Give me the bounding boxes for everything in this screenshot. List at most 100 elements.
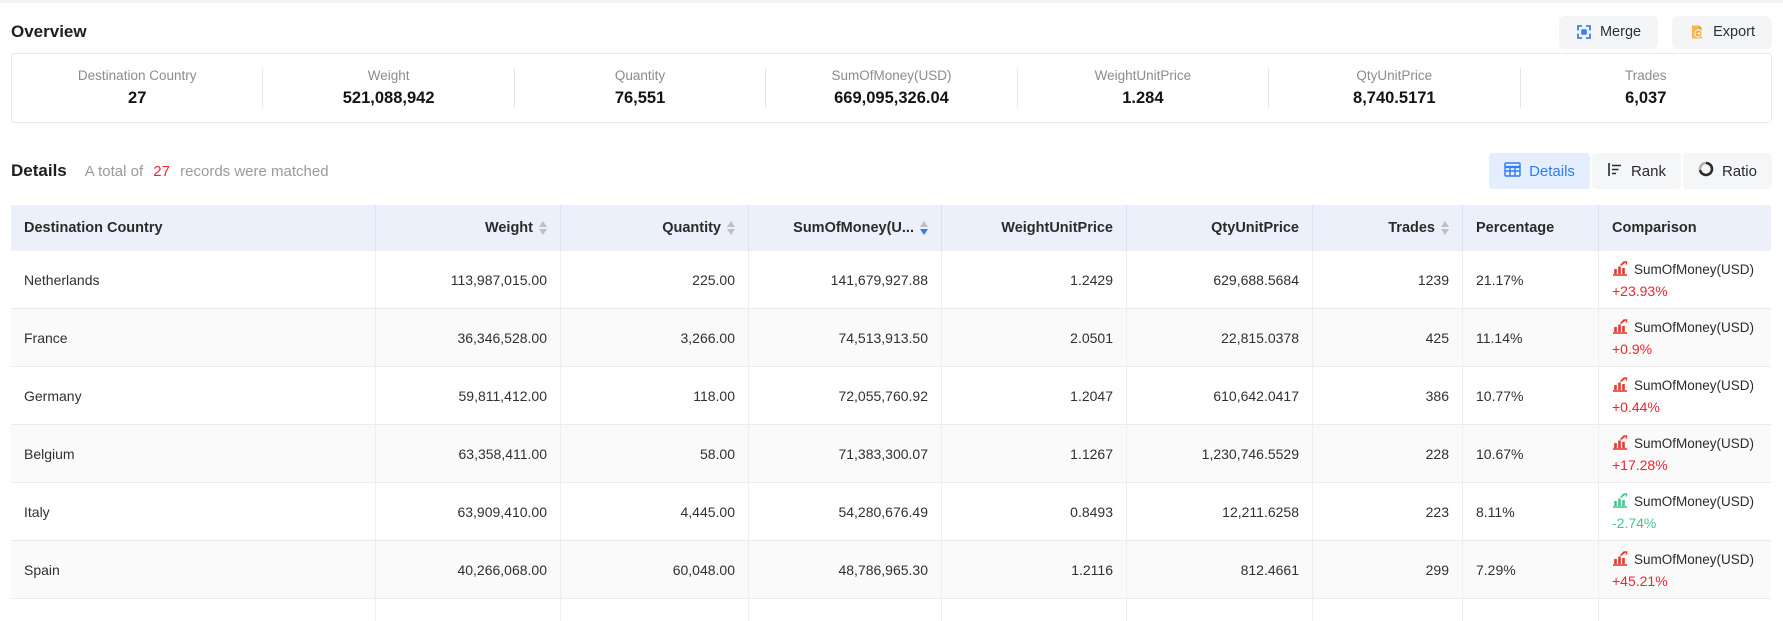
comparison-metric: SumOfMoney(USD)	[1612, 377, 1754, 395]
bar-chart-up-icon	[1612, 319, 1628, 337]
cell-qty_unit_price: 610,642.0417	[1127, 367, 1313, 424]
summary-suffix: records were matched	[180, 163, 328, 180]
table-row: Italy63,909,410.004,445.0054,280,676.490…	[11, 483, 1771, 541]
cell-sum_of_money: 71,383,300.07	[749, 425, 942, 482]
cell-qty_unit_price: 812.4661	[1127, 541, 1313, 598]
comparison-change-value: +17.28%	[1612, 457, 1754, 473]
table-grid-icon	[1504, 162, 1521, 181]
table-row: Netherlands113,987,015.00225.00141,679,9…	[11, 251, 1771, 309]
cell-country: Italy	[11, 483, 376, 540]
stat-value: 1.284	[1122, 89, 1163, 108]
view-button-ratio[interactable]: Ratio	[1683, 153, 1772, 189]
cell-percentage: 7.29%	[1463, 541, 1599, 598]
cell-comparison: SumOfMoney(USD)+0.9%	[1599, 309, 1771, 366]
cell-weight: 40,266,068.00	[376, 541, 561, 598]
table-row: France36,346,528.003,266.0074,513,913.50…	[11, 309, 1771, 367]
column-header-label: Percentage	[1476, 220, 1554, 236]
matched-count: 27	[153, 163, 170, 180]
column-header-label: Destination Country	[24, 220, 163, 236]
comparison-change-value: +23.93%	[1612, 283, 1754, 299]
column-header-quantity[interactable]: Quantity	[561, 205, 749, 251]
view-button-rank[interactable]: Rank	[1592, 153, 1681, 189]
cell-percentage: 21.17%	[1463, 251, 1599, 308]
column-header-trades[interactable]: Trades	[1313, 205, 1463, 251]
stat-value: 76,551	[615, 89, 665, 108]
rank-bars-icon	[1607, 162, 1623, 181]
cell-sum_of_money: 48,786,965.30	[749, 541, 942, 598]
cell-trades: 228	[1313, 425, 1463, 482]
cell-quantity: 60,048.00	[561, 541, 749, 598]
cell-country: Germany	[11, 367, 376, 424]
export-button[interactable]: Export	[1672, 16, 1772, 49]
ratio-donut-icon	[1698, 161, 1714, 181]
column-header-label: Quantity	[662, 220, 721, 236]
comparison-metric: SumOfMoney(USD)	[1612, 319, 1754, 337]
column-header-weight[interactable]: Weight	[376, 205, 561, 251]
details-title: Details	[11, 161, 67, 181]
stat-label: SumOfMoney(USD)	[831, 68, 951, 83]
cell-sum_of_money: 72,055,760.92	[749, 367, 942, 424]
overview-stat-destination-country: Destination Country27	[12, 68, 262, 108]
comparison-cell: SumOfMoney(USD) +23.93%	[1612, 261, 1754, 299]
stat-value: 6,037	[1625, 89, 1666, 108]
sort-carets-icon[interactable]	[539, 221, 547, 235]
sort-caret-up-icon	[539, 221, 547, 227]
cell-qty_unit_price: 12,211.6258	[1127, 483, 1313, 540]
cell-weight_unit_price: 1.2116	[942, 541, 1127, 598]
cell-qty_unit_price: 22,815.0378	[1127, 309, 1313, 366]
cell-empty	[376, 599, 561, 621]
bar-chart-up-icon	[1612, 551, 1628, 569]
comparison-metric: SumOfMoney(USD)	[1612, 551, 1754, 569]
cell-empty	[1599, 599, 1771, 621]
sort-caret-down-icon	[1441, 229, 1449, 235]
view-button-label: Ratio	[1722, 163, 1757, 180]
sort-carets-icon[interactable]	[1441, 221, 1449, 235]
cell-empty	[1127, 599, 1313, 621]
comparison-metric: SumOfMoney(USD)	[1612, 493, 1754, 511]
overview-stats-card: Destination Country27Weight521,088,942Qu…	[11, 53, 1772, 123]
details-header-bar: Details A total of 27 records were match…	[11, 153, 1772, 189]
cell-weight_unit_price: 0.8493	[942, 483, 1127, 540]
cell-trades: 1239	[1313, 251, 1463, 308]
comparison-metric-label: SumOfMoney(USD)	[1634, 262, 1754, 277]
stat-label: Trades	[1625, 68, 1667, 83]
stat-label: WeightUnitPrice	[1095, 68, 1192, 83]
stat-label: Weight	[368, 68, 410, 83]
bar-chart-up-icon	[1612, 261, 1628, 279]
stat-label: Quantity	[615, 68, 665, 83]
comparison-metric-label: SumOfMoney(USD)	[1634, 494, 1754, 509]
sort-carets-icon[interactable]	[727, 221, 735, 235]
column-header-qty_unit_price: QtyUnitPrice	[1127, 205, 1313, 251]
sort-carets-icon[interactable]	[920, 221, 928, 235]
cell-trades: 425	[1313, 309, 1463, 366]
merge-button[interactable]: Merge	[1559, 16, 1658, 49]
comparison-cell: SumOfMoney(USD) -2.74%	[1612, 493, 1754, 531]
cell-country: Spain	[11, 541, 376, 598]
cell-empty	[1313, 599, 1463, 621]
column-header-label: Weight	[485, 220, 533, 236]
cell-weight_unit_price: 1.1267	[942, 425, 1127, 482]
table-row: Spain40,266,068.0060,048.0048,786,965.30…	[11, 541, 1771, 599]
details-table: Destination Country Weight Quantity SumOfMo…	[11, 205, 1771, 621]
comparison-change-value: -2.74%	[1612, 515, 1754, 531]
cell-qty_unit_price: 629,688.5684	[1127, 251, 1313, 308]
cell-empty	[561, 599, 749, 621]
sort-caret-up-icon	[727, 221, 735, 227]
cell-weight: 36,346,528.00	[376, 309, 561, 366]
comparison-metric: SumOfMoney(USD)	[1612, 261, 1754, 279]
cell-percentage: 10.67%	[1463, 425, 1599, 482]
cell-quantity: 118.00	[561, 367, 749, 424]
column-header-percentage: Percentage	[1463, 205, 1599, 251]
cell-sum_of_money: 74,513,913.50	[749, 309, 942, 366]
column-header-sum_of_money[interactable]: SumOfMoney(U...	[749, 205, 942, 251]
bar-chart-up-icon	[1612, 435, 1628, 453]
cell-sum_of_money: 141,679,927.88	[749, 251, 942, 308]
overview-header-bar: Overview Merge	[11, 3, 1772, 49]
view-button-details[interactable]: Details	[1489, 153, 1590, 189]
cell-comparison: SumOfMoney(USD)+45.21%	[1599, 541, 1771, 598]
comparison-change-value: +0.44%	[1612, 399, 1754, 415]
cell-country: Netherlands	[11, 251, 376, 308]
merge-button-label: Merge	[1600, 24, 1641, 40]
column-header-comparison: Comparison	[1599, 205, 1771, 251]
table-row: Belgium63,358,411.0058.0071,383,300.071.…	[11, 425, 1771, 483]
